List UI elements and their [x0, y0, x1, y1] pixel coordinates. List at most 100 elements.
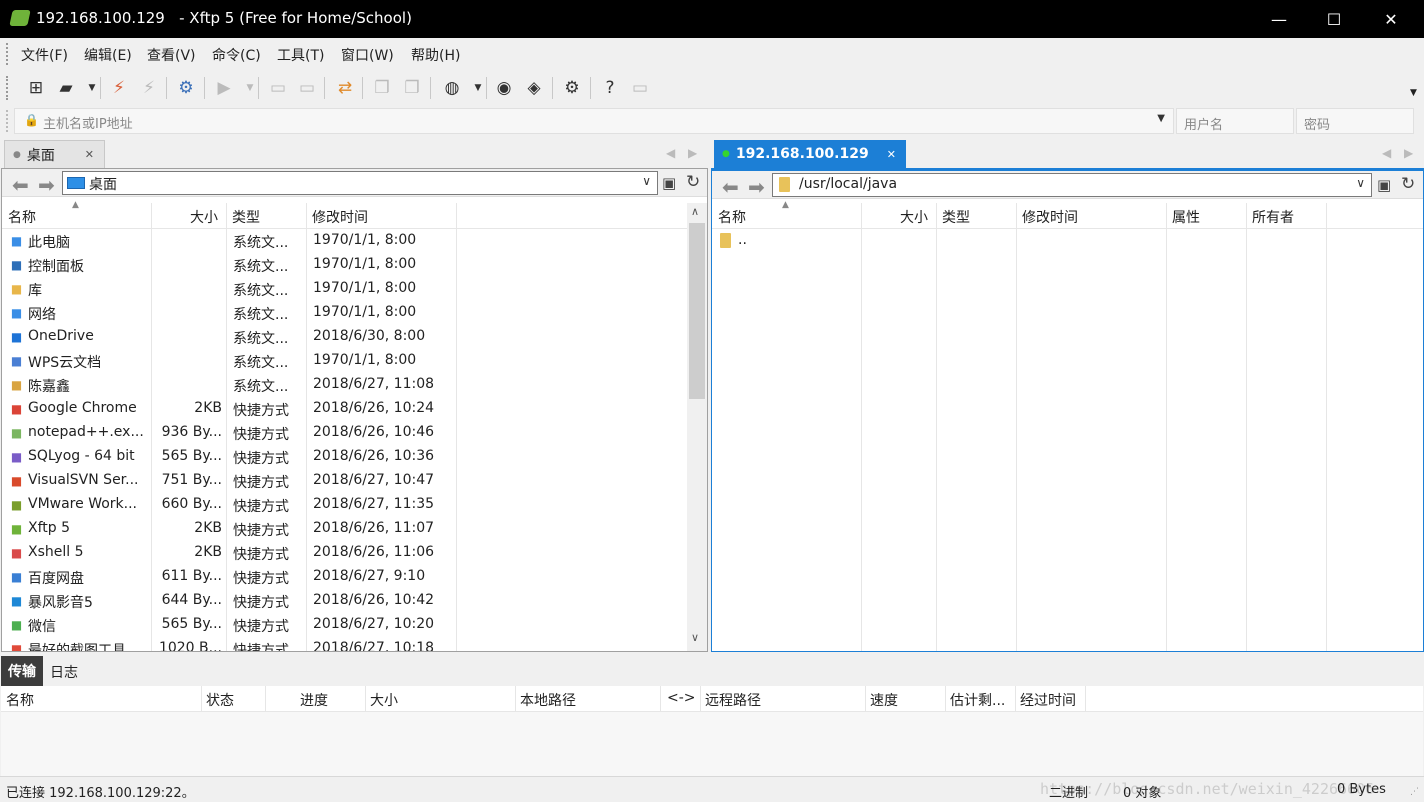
col-local-path[interactable]: 本地路径: [520, 690, 576, 710]
column-divider[interactable]: [660, 686, 661, 712]
table-row[interactable]: ■ Xshell 5 2KB 快捷方式 2018/6/26, 11:06: [2, 541, 687, 565]
toolbar-overflow-icon[interactable]: ▼: [1410, 88, 1417, 98]
play-icon[interactable]: ▶: [212, 76, 236, 100]
col-remote-path[interactable]: 远程路径: [705, 690, 761, 710]
chat-icon[interactable]: ▭: [628, 76, 652, 100]
column-divider[interactable]: [1085, 686, 1086, 712]
path-dropdown-icon[interactable]: ∨: [642, 174, 651, 188]
column-divider[interactable]: [945, 686, 946, 712]
close-button[interactable]: ✕: [1368, 0, 1414, 38]
column-divider[interactable]: [456, 203, 457, 229]
tab-scroll-right-icon[interactable]: ▶: [1404, 146, 1413, 160]
col-modified[interactable]: 修改时间: [312, 207, 368, 227]
forward-arrow-icon[interactable]: ➡: [748, 175, 765, 199]
password-input[interactable]: 密码: [1296, 108, 1414, 134]
table-row[interactable]: ■ 网络 系统文... 1970/1/1, 8:00: [2, 301, 687, 325]
col-name[interactable]: 名称: [718, 207, 746, 227]
list-item-parent[interactable]: ..: [712, 229, 1423, 253]
xshell-icon[interactable]: ◉: [492, 76, 516, 100]
table-row[interactable]: ■ 陈嘉鑫 系统文... 2018/6/27, 11:08: [2, 373, 687, 397]
table-row[interactable]: ■ 百度网盘 611 By... 快捷方式 2018/6/27, 9:10: [2, 565, 687, 589]
table-row[interactable]: ■ VMware Work... 660 By... 快捷方式 2018/6/27, 1…: [2, 493, 687, 517]
table-row[interactable]: ■ 最好的截图工具 1020 B... 快捷方式 2018/6/27, 10:18: [2, 637, 687, 651]
tab-close-icon[interactable]: ✕: [887, 148, 896, 161]
help-icon[interactable]: ?: [598, 76, 622, 100]
menu-edit[interactable]: 编辑(E): [84, 45, 132, 65]
col-transfer-status[interactable]: 状态: [206, 690, 234, 710]
column-divider[interactable]: [226, 203, 227, 229]
local-scrollbar[interactable]: ∧ ∨: [687, 203, 707, 651]
column-divider[interactable]: [861, 203, 862, 229]
paste-icon[interactable]: ❐: [400, 76, 424, 100]
menu-tools[interactable]: 工具(T): [277, 45, 324, 65]
column-divider[interactable]: [1015, 686, 1016, 712]
disconnect-icon[interactable]: ⚡: [137, 76, 161, 100]
refresh-icon[interactable]: ↻: [686, 172, 700, 192]
forward-arrow-icon[interactable]: ➡: [38, 173, 55, 197]
scroll-down-icon[interactable]: ∨: [691, 631, 699, 644]
menu-window[interactable]: 窗口(W): [341, 45, 394, 65]
back-arrow-icon[interactable]: ⬅: [12, 173, 29, 197]
settings-gear-icon[interactable]: ⚙: [560, 76, 584, 100]
table-row[interactable]: ■ 微信 565 By... 快捷方式 2018/6/27, 10:20: [2, 613, 687, 637]
column-divider[interactable]: [1166, 203, 1167, 229]
tab-remote-session[interactable]: ● 192.168.100.129 ✕: [714, 140, 906, 168]
path-dropdown-icon[interactable]: ∨: [1356, 176, 1365, 190]
tab-scroll-left-icon[interactable]: ◀: [666, 146, 675, 160]
remote-path-input[interactable]: /usr/local/java ∨: [772, 173, 1372, 197]
col-size[interactable]: 大小: [900, 207, 928, 227]
xftp-icon[interactable]: ◈: [522, 76, 546, 100]
download-icon[interactable]: ▭: [295, 76, 319, 100]
table-row[interactable]: ■ 控制面板 系统文... 1970/1/1, 8:00: [2, 253, 687, 277]
column-divider[interactable]: [1016, 203, 1017, 229]
table-row[interactable]: ■ 暴风影音5 644 By... 快捷方式 2018/6/26, 10:42: [2, 589, 687, 613]
minimize-button[interactable]: —: [1256, 0, 1302, 38]
tab-log[interactable]: 日志: [50, 662, 78, 682]
column-divider[interactable]: [306, 203, 307, 229]
table-row[interactable]: ■ VisualSVN Ser... 751 By... 快捷方式 2018/6/27,…: [2, 469, 687, 493]
scroll-thumb[interactable]: [689, 223, 705, 399]
tab-scroll-left-icon[interactable]: ◀: [1382, 146, 1391, 160]
col-size[interactable]: 大小: [190, 207, 218, 227]
open-folder-icon[interactable]: ▰: [54, 76, 78, 100]
maximize-button[interactable]: ☐: [1311, 0, 1357, 38]
connect-icon[interactable]: ⚡: [107, 76, 131, 100]
new-folder-icon[interactable]: ▣: [662, 174, 676, 192]
properties-icon[interactable]: ⚙: [174, 76, 198, 100]
host-input[interactable]: 🔒 主机名或IP地址 ▼: [14, 108, 1174, 134]
table-row[interactable]: ■ 库 系统文... 1970/1/1, 8:00: [2, 277, 687, 301]
col-type[interactable]: 类型: [232, 207, 260, 227]
menu-command[interactable]: 命令(C): [212, 45, 261, 65]
column-divider[interactable]: [1326, 203, 1327, 229]
tab-transfer[interactable]: 传输: [1, 656, 43, 686]
col-eta[interactable]: 估计剩...: [950, 690, 1005, 710]
sync-icon[interactable]: ⇄: [333, 76, 357, 100]
tab-local-desktop[interactable]: ● 桌面 ✕: [4, 140, 105, 168]
tab-close-icon[interactable]: ✕: [85, 148, 94, 161]
table-row[interactable]: ■ 此电脑 系统文... 1970/1/1, 8:00: [2, 229, 687, 253]
refresh-icon[interactable]: ↻: [1401, 174, 1415, 194]
scroll-up-icon[interactable]: ∧: [691, 205, 699, 218]
back-arrow-icon[interactable]: ⬅: [722, 175, 739, 199]
tab-scroll-right-icon[interactable]: ▶: [688, 146, 697, 160]
menu-view[interactable]: 查看(V): [147, 45, 196, 65]
col-name[interactable]: 名称: [8, 207, 36, 227]
copy-icon[interactable]: ❐: [370, 76, 394, 100]
table-row[interactable]: ■ Xftp 5 2KB 快捷方式 2018/6/26, 11:07: [2, 517, 687, 541]
col-direction[interactable]: <->: [667, 690, 696, 706]
host-dropdown-icon[interactable]: ▼: [1157, 113, 1165, 124]
table-row[interactable]: ■ notepad++.ex... 936 By... 快捷方式 2018/6/26, …: [2, 421, 687, 445]
column-divider[interactable]: [365, 686, 366, 712]
table-row[interactable]: ■ WPS云文档 系统文... 1970/1/1, 8:00: [2, 349, 687, 373]
col-transfer-progress[interactable]: 进度: [300, 690, 328, 710]
resize-grip-icon[interactable]: ⋰: [1410, 787, 1419, 797]
menu-file[interactable]: 文件(F): [21, 45, 68, 65]
new-session-icon[interactable]: ⊞: [24, 76, 48, 100]
column-divider[interactable]: [515, 686, 516, 712]
column-divider[interactable]: [265, 686, 266, 712]
table-row[interactable]: ■ SQLyog - 64 bit 565 By... 快捷方式 2018/6/26, …: [2, 445, 687, 469]
col-elapsed[interactable]: 经过时间: [1020, 690, 1076, 710]
col-transfer-name[interactable]: 名称: [6, 690, 34, 710]
col-attributes[interactable]: 属性: [1172, 207, 1200, 227]
column-divider[interactable]: [1246, 203, 1247, 229]
